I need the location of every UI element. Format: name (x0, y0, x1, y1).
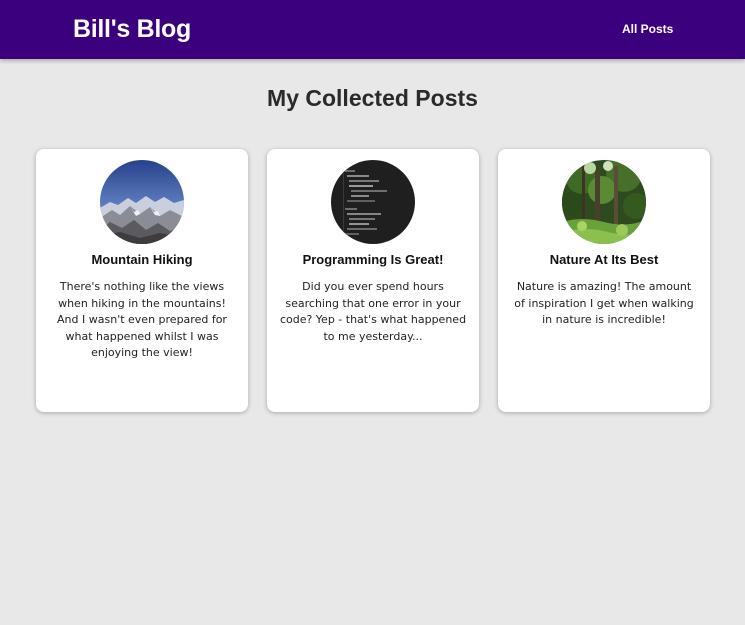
post-excerpt: Nature is amazing! The amount of inspira… (514, 280, 694, 326)
post-image-code (331, 160, 415, 244)
post-title: Programming Is Great! (302, 252, 444, 267)
post-title: Nature At Its Best (549, 252, 659, 267)
post-card-mountain-hiking[interactable]: Mountain Hiking There's nothing like the… (36, 149, 248, 412)
site-logo-link[interactable]: Bill's Blog (73, 14, 191, 44)
nav-link-all-posts[interactable]: All Posts (622, 21, 673, 37)
post-title: Mountain Hiking (91, 252, 193, 267)
post-image-forest (562, 160, 646, 244)
post-image-mountain (100, 160, 184, 244)
post-card-programming[interactable]: Programming Is Great! Did you ever spend… (267, 149, 479, 412)
post-card-nature[interactable]: Nature At Its Best Nature is amazing! Th… (498, 149, 710, 412)
page-title: My Collected Posts (267, 85, 478, 111)
post-excerpt: There's nothing like the views when hiki… (57, 280, 227, 359)
post-excerpt: Did you ever spend hours searching that … (279, 280, 467, 343)
main-header: Bill's Blog All Posts (0, 0, 745, 59)
